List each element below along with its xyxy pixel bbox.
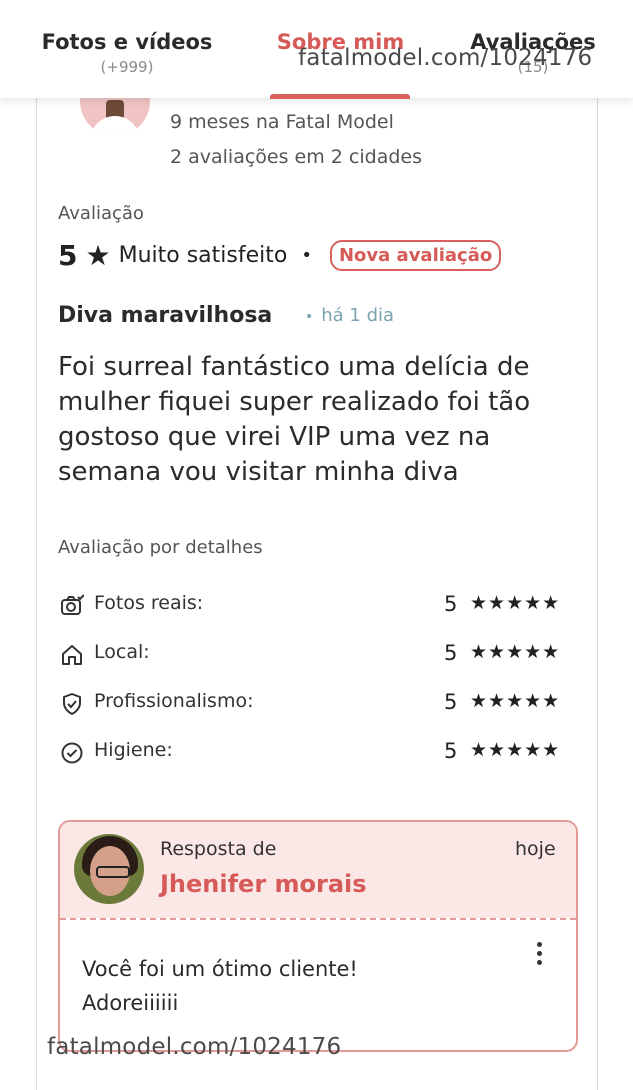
rating-separator: • [301,244,312,266]
avatar-glasses [96,866,130,878]
details-section-label: Avaliação por detalhes [58,537,263,558]
detail-name: Fotos reais: [94,592,204,614]
detail-score: 5 [444,592,458,616]
watermark-bottom: fatalmodel.com/1024176 [47,1034,342,1060]
detail-row-local: Local: 5 ★★★★★ [60,639,580,669]
detail-score: 5 [444,641,458,665]
detail-row-fotos-reais: Fotos reais: 5 ★★★★★ [60,590,580,620]
tab-fotos-videos-label: Fotos e vídeos [41,30,213,54]
reply-time: hoje [515,838,556,860]
detail-score: 5 [444,739,458,763]
star-icon: ★ [85,238,111,272]
shield-check-icon [63,693,81,715]
review-time-dot: • [305,309,314,325]
detail-score: 5 [444,690,458,714]
rating-score: 5 [58,238,78,272]
more-options-icon[interactable] [530,942,548,968]
tab-fotos-videos-count: (+999) [100,58,154,76]
reply-text: Você foi um ótimo cliente! Adoreiiiiii [82,952,522,1020]
reply-divider [60,918,576,920]
detail-row-higiene: Higiene: 5 ★★★★★ [60,737,580,767]
rating-score-text: Muito satisfeito [118,242,288,268]
new-review-badge: Nova avaliação [329,239,502,271]
detail-stars: ★★★★★ [470,641,561,663]
detail-stars: ★★★★★ [470,690,561,712]
reply-avatar[interactable] [74,834,144,904]
reviewer-reviews-summary: 2 avaliações em 2 cidades [170,146,423,168]
detail-name: Local: [94,641,150,663]
reply-from-label: Resposta de [160,838,277,860]
review-time: • há 1 dia [305,305,394,326]
home-icon [62,645,82,665]
review-time-text: há 1 dia [321,305,395,326]
reviewer-time-on-site: 9 meses na Fatal Model [170,111,394,133]
watermark-top: fatalmodel.com/1024176 [298,45,593,71]
rating-section-label: Avaliação [58,203,144,224]
reply-text-line2: Adoreiiiiii [82,991,179,1015]
reply-author-name[interactable]: Jhenifer morais [160,870,367,898]
rating-row: 5 ★ Muito satisfeito • Nova avaliação [58,237,502,273]
check-circle-icon [61,742,83,764]
review-title: Diva maravilhosa [58,303,273,328]
reply-text-line1: Você foi um ótimo cliente! [82,957,358,981]
active-tab-indicator [270,94,410,99]
detail-stars: ★★★★★ [470,739,561,761]
detail-name: Higiene: [94,739,173,761]
detail-name: Profissionalismo: [94,690,254,712]
reply-box: Resposta de Jhenifer morais hoje Você fo… [58,820,578,1052]
detail-stars: ★★★★★ [470,592,561,614]
review-body: Foi surreal fantástico uma delícia de mu… [58,352,531,487]
detail-row-profissionalismo: Profissionalismo: 5 ★★★★★ [60,688,580,718]
camera-icon [61,594,84,615]
avatar-shirt [90,116,140,136]
tab-fotos-videos[interactable]: Fotos e vídeos (+999) [36,30,218,76]
